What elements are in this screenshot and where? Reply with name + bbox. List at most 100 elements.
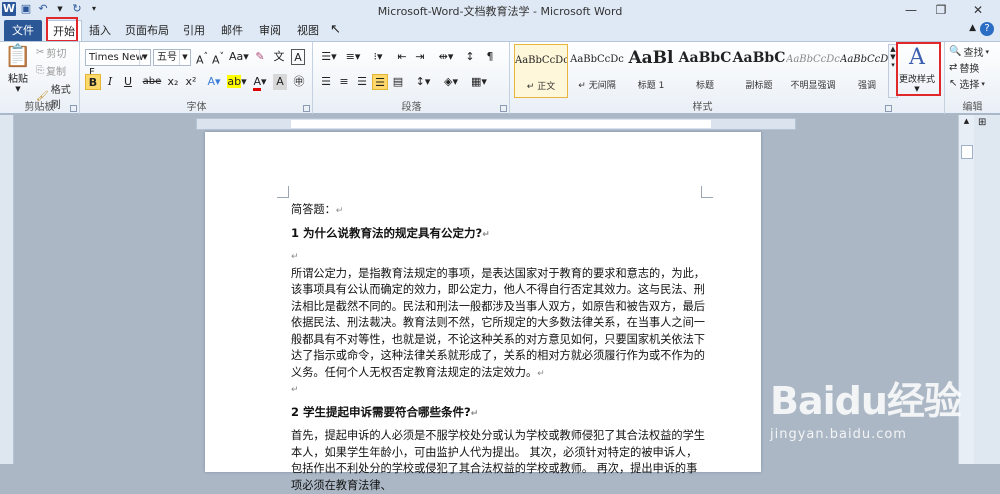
borders-icon[interactable]: ▦▾ [468,74,490,90]
vertical-ruler [0,115,14,464]
scroll-up-icon[interactable]: ▲ [959,117,974,125]
document-page[interactable]: 简答题：↵ 1 为什么说教育法的规定具有公定力?↵ ↵ 所谓公定力，是指教育法规… [205,132,761,492]
enclose-char-icon[interactable]: ㊥ [291,74,307,90]
group-clipboard: 📋 粘贴 ▼ ✂ 剪切 ⎘ 复制 🖌 格式刷 剪贴板 [0,42,80,114]
tab-review[interactable]: 审阅 [254,20,286,41]
empty-paragraph: ↵ [291,385,299,395]
cut-button[interactable]: ✂ 剪切 [36,45,66,60]
baidu-url: jingyan.baidu.com [770,427,907,442]
style-no-spacing[interactable]: AaBbCcDc ↵ 无间隔 [570,44,624,98]
close-button[interactable]: ✕ [956,0,1000,20]
superscript-button[interactable]: x² [183,74,199,90]
ruler-toggle-icon[interactable]: ⊞ [978,117,986,128]
style-subtle-emphasis[interactable]: AaBbCcDc 不明显强调 [786,44,840,98]
highlight-color-icon[interactable]: ab▾ [227,74,247,90]
scroll-thumb[interactable] [961,145,973,159]
question-1: 1 为什么说教育法的规定具有公定力?↵ [291,225,490,240]
line-spacing-icon[interactable]: ↕▾ [412,74,434,90]
group-label-styles: 样式 [692,102,713,113]
highlight-tab-home [46,17,78,42]
clear-format-icon[interactable]: ✎ [253,49,267,65]
select-icon: ↖ [949,78,958,89]
copy-icon: ⎘ [36,65,44,76]
document-text[interactable]: 简答题：↵ 1 为什么说教育法的规定具有公定力?↵ ↵ 所谓公定力，是指教育法规… [291,202,705,494]
paragraph-launcher-icon[interactable] [500,105,507,112]
replace-icon: ⇄ [949,62,958,73]
minimize-button[interactable]: — [896,0,926,20]
subscript-button[interactable]: x₂ [165,74,181,90]
underline-button[interactable]: U [119,74,137,90]
tab-insert[interactable]: 插入 [84,20,116,41]
style-emphasis[interactable]: AaBbCcDc 强调 [840,44,894,98]
copy-button[interactable]: ⎘ 复制 [36,63,66,78]
horizontal-ruler [196,118,796,130]
group-editing: 🔍 查找 ▾ ⇄ 替换 ↖ 选择 ▾ 编辑 [944,42,1000,114]
numbering-icon[interactable]: ≡▾ [342,49,364,65]
help-icon[interactable]: ? [980,22,994,36]
chinese-layout-icon[interactable]: ⇹▾ [436,49,456,65]
ribbon-tabs: 文件 开始 插入 页面布局 引用 邮件 审阅 视图 ↖ S 中 °, ☺ 🎤 ⌨… [0,20,1000,58]
bold-button[interactable]: B [85,74,101,90]
increase-indent-icon[interactable]: ⇥ [412,49,428,65]
sort-icon[interactable]: ↕ [462,49,478,65]
change-case-icon[interactable]: Aa▾ [229,49,249,65]
group-label-clipboard: 剪贴板 [24,102,55,113]
style-heading-1[interactable]: AaBl 标题 1 [624,44,678,98]
clipboard-launcher-icon[interactable] [70,105,77,112]
justify-icon[interactable]: ☰ [372,74,388,90]
font-launcher-icon[interactable] [303,105,310,112]
tab-file[interactable]: 文件 [4,20,42,41]
align-left-icon[interactable]: ☰ [318,74,334,90]
baidu-watermark: Baidu经验 jingyan.baidu.com [770,370,990,460]
tab-view[interactable]: 视图 [292,20,324,41]
minimize-ribbon-icon[interactable]: ▲ [969,23,976,33]
align-right-icon[interactable]: ☰ [354,74,370,90]
font-color-icon[interactable]: A▾ [251,74,269,91]
styles-launcher-icon[interactable] [885,105,892,112]
find-icon: 🔍 [949,46,962,57]
bullets-icon[interactable]: ☰▾ [318,49,340,65]
font-size-select[interactable]: 五号 ▼ [153,49,191,66]
intro-line: 简答题：↵ [291,203,344,216]
group-paragraph: ☰▾ ≡▾ ⁝▾ ⇤ ⇥ ⇹▾ ↕ ¶ ☰ ≡ ☰ ☰ ▤ ↕▾ ◈▾ ▦▾ 段… [314,42,510,114]
char-border-icon[interactable]: A [291,49,305,65]
show-marks-icon[interactable]: ¶ [482,49,498,65]
replace-button[interactable]: ⇄ 替换 [949,60,979,75]
style-subtitle[interactable]: AaBbC 副标题 [732,44,786,98]
title-bar: W ▣ ↶ ▼ ↻ ▾ Microsoft-Word-文档教育法学 - Micr… [0,0,1000,20]
tab-page-layout[interactable]: 页面布局 [122,20,172,41]
distributed-icon[interactable]: ▤ [390,74,406,90]
tab-references[interactable]: 引用 [178,20,210,41]
select-button[interactable]: ↖ 选择 ▾ [949,76,985,91]
find-button[interactable]: 🔍 查找 ▾ [949,44,989,59]
question-2: 2 学生提起申诉需要符合哪些条件?↵ [291,404,479,419]
strikethrough-button[interactable]: abe [141,74,163,90]
ribbon: 📋 粘贴 ▼ ✂ 剪切 ⎘ 复制 🖌 格式刷 剪贴板 Times New F ▼ 五号 ▼… [0,41,1000,114]
group-label-editing: 编辑 [962,102,983,113]
group-font: Times New F ▼ 五号 ▼ A˄ A˅ Aa▾ ✎ 文 A B I U a… [81,42,313,114]
window-title: Microsoft-Word-文档教育法学 - Microsoft Word [377,5,623,18]
answer-2: 首先，提起申诉的人必须是不服学校处分或认为学校或教师侵犯了其合法权益的学生本人，… [291,429,705,492]
shrink-font-icon[interactable]: A˅ [211,49,225,67]
shading-icon[interactable]: ◈▾ [440,74,462,90]
align-center-icon[interactable]: ≡ [336,74,352,90]
italic-button[interactable]: I [103,74,117,90]
phonetic-guide-icon[interactable]: 文 [271,49,287,65]
group-label-paragraph: 段落 [401,102,422,113]
decrease-indent-icon[interactable]: ⇤ [394,49,410,65]
char-shading-icon[interactable]: A [273,74,287,90]
text-effects-icon[interactable]: A▾ [205,74,223,90]
style-normal[interactable]: AaBbCcDc ↵ 正文 [514,44,568,98]
mouse-cursor-icon: ↖ [330,22,341,37]
scissors-icon: ✂ [36,47,45,58]
styles-gallery: AaBbCcDc ↵ 正文 AaBbCcDc ↵ 无间隔 AaBl 标题 1 A… [514,44,894,98]
maximize-button[interactable]: ❐ [926,0,956,20]
empty-paragraph: ↵ [291,252,299,262]
multilevel-list-icon[interactable]: ⁝▾ [366,49,390,65]
font-name-select[interactable]: Times New F ▼ [85,49,151,78]
grow-font-icon[interactable]: A˄ [195,49,209,67]
highlight-change-styles [896,42,941,96]
tab-mailings[interactable]: 邮件 [216,20,248,41]
style-title[interactable]: AaBbC 标题 [678,44,732,98]
paste-button[interactable]: 📋 粘贴 ▼ [4,44,32,93]
